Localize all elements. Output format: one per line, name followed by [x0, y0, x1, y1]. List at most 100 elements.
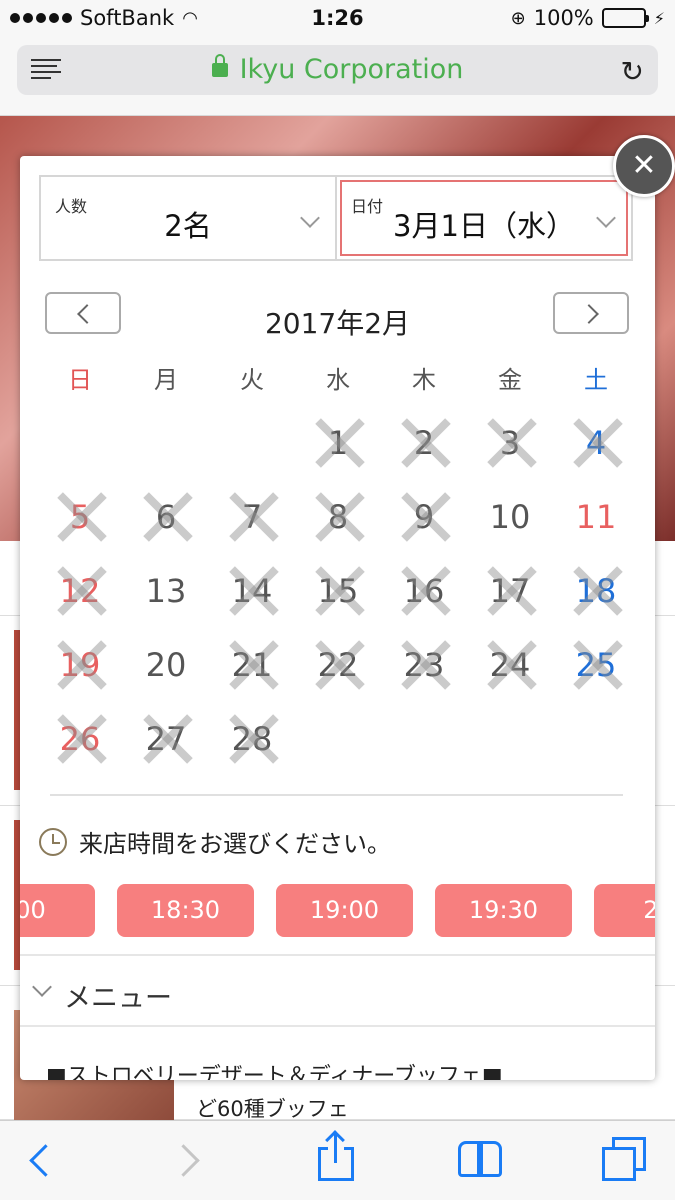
calendar-day-unavailable: 24: [467, 628, 553, 702]
weekday-label: 日: [68, 366, 92, 394]
calendar-day-unavailable: 18: [553, 554, 639, 628]
calendar-day-unavailable: 3: [467, 406, 553, 480]
calendar-day-unavailable: 2: [381, 406, 467, 480]
unavailable-x-icon: [57, 492, 107, 542]
unavailable-x-icon: [401, 566, 451, 616]
calendar-day-unavailable: 4: [553, 406, 639, 480]
unavailable-x-icon: [143, 492, 193, 542]
unavailable-x-icon: [57, 714, 107, 764]
unavailable-x-icon: [315, 492, 365, 542]
charging-icon: ⚡: [653, 8, 665, 28]
unavailable-x-icon: [229, 640, 279, 690]
unavailable-x-icon: [229, 714, 279, 764]
unavailable-x-icon: [315, 640, 365, 690]
calendar-day-number: 10: [489, 498, 531, 536]
unavailable-x-icon: [573, 566, 623, 616]
calendar-day-unavailable: 22: [295, 628, 381, 702]
calendar-day-unavailable: 21: [209, 628, 295, 702]
next-month-button[interactable]: [553, 292, 629, 334]
unavailable-x-icon: [315, 566, 365, 616]
site-title: Ikyu Corporation: [239, 54, 464, 85]
unavailable-x-icon: [487, 640, 537, 690]
rotation-lock-icon: ⊕: [510, 7, 526, 29]
unavailable-x-icon: [57, 640, 107, 690]
calendar-grid: 1 2 3 4 5 6 7 8 9 10 11 12 13 14 15 16 17 18 19 20 21 22 23 24 2…: [37, 406, 639, 776]
calendar-day-unavailable: 8: [295, 480, 381, 554]
unavailable-x-icon: [229, 492, 279, 542]
calendar-empty-cell: [123, 406, 209, 480]
date-selector[interactable]: 日付 3月1日（水）: [335, 177, 631, 259]
weekday-header: 日月火水木金土: [37, 360, 639, 395]
menu-label: メニュー: [64, 983, 172, 1014]
calendar-day-unavailable: 17: [467, 554, 553, 628]
unavailable-x-icon: [401, 492, 451, 542]
status-bar: SoftBank ◠ 1:26 ⊕ 100% ⚡: [0, 0, 675, 38]
unavailable-x-icon: [229, 566, 279, 616]
calendar-day-unavailable: 14: [209, 554, 295, 628]
unavailable-x-icon: [573, 640, 623, 690]
browser-toolbar: [0, 1120, 675, 1200]
calendar-day-unavailable: 16: [381, 554, 467, 628]
calendar-empty-cell: [37, 406, 123, 480]
calendar-day-unavailable: 12: [37, 554, 123, 628]
calendar-day-number: 20: [145, 646, 187, 684]
time-slot-list: :00 18:30 19:00 19:30 20:: [20, 884, 655, 937]
menu-accordion[interactable]: メニュー: [20, 954, 655, 1027]
calendar-day-unavailable: 9: [381, 480, 467, 554]
calendar-day[interactable]: 13: [123, 554, 209, 628]
calendar-day-unavailable: 28: [209, 702, 295, 776]
lock-icon: [211, 54, 228, 77]
close-modal-button[interactable]: ✕: [613, 135, 675, 197]
date-value: 3月1日（水）: [393, 209, 575, 243]
calendar-day-unavailable: 23: [381, 628, 467, 702]
time-slot-button[interactable]: 19:30: [435, 884, 572, 937]
time-slot-button[interactable]: :00: [20, 884, 95, 937]
calendar-day[interactable]: 10: [467, 480, 553, 554]
time-slot-button[interactable]: 19:00: [276, 884, 413, 937]
share-icon[interactable]: [318, 1121, 354, 1200]
unavailable-x-icon: [401, 418, 451, 468]
calendar-day-unavailable: 15: [295, 554, 381, 628]
unavailable-x-icon: [487, 418, 537, 468]
calendar-day-unavailable: 26: [37, 702, 123, 776]
browser-top-bar: Ikyu Corporation ↻: [0, 38, 675, 116]
people-selector[interactable]: 人数 2名: [41, 177, 335, 259]
calendar-day-unavailable: 25: [553, 628, 639, 702]
weekday-label: 土: [584, 366, 608, 394]
reservation-selectors: 人数 2名 日付 3月1日（水）: [39, 175, 633, 261]
weekday-label: 月: [154, 366, 178, 394]
bookmarks-icon[interactable]: [458, 1121, 504, 1200]
background-text: ど60種ブッフェ: [196, 1097, 349, 1121]
weekday-label: 火: [240, 366, 264, 394]
reservation-modal: 人数 2名 日付 3月1日（水） 2017年2月 日月火水木金土 1234567…: [20, 156, 655, 1080]
chevron-down-icon: [32, 977, 52, 997]
calendar-day[interactable]: 20: [123, 628, 209, 702]
site-address[interactable]: Ikyu Corporation: [17, 54, 658, 85]
address-bar[interactable]: Ikyu Corporation ↻: [17, 45, 658, 95]
calendar-day[interactable]: 11: [553, 480, 639, 554]
calendar-day-unavailable: 1: [295, 406, 381, 480]
calendar-day-number: 13: [145, 572, 187, 610]
calendar-day-unavailable: 19: [37, 628, 123, 702]
reload-icon[interactable]: ↻: [621, 55, 644, 88]
calendar-day-unavailable: 27: [123, 702, 209, 776]
time-section-header: 来店時間をお選びください。: [39, 824, 391, 859]
calendar-day-number: 11: [575, 498, 617, 536]
unavailable-x-icon: [315, 418, 365, 468]
time-slot-button[interactable]: 18:30: [117, 884, 254, 937]
unavailable-x-icon: [143, 714, 193, 764]
unavailable-x-icon: [487, 566, 537, 616]
weekday-label: 金: [498, 366, 522, 394]
unavailable-x-icon: [57, 566, 107, 616]
battery-percent: 100%: [533, 6, 594, 30]
divider: [50, 794, 623, 796]
tabs-icon[interactable]: [602, 1121, 648, 1200]
weekday-label: 水: [326, 366, 350, 394]
battery-area: ⊕ 100% ⚡: [511, 6, 665, 30]
time-section-heading: 来店時間をお選びください。: [79, 830, 391, 858]
time-slot-button[interactable]: 20:: [594, 884, 655, 937]
battery-icon: [601, 8, 649, 28]
unavailable-x-icon: [573, 418, 623, 468]
calendar-day-unavailable: 7: [209, 480, 295, 554]
clock-icon: [39, 827, 67, 856]
